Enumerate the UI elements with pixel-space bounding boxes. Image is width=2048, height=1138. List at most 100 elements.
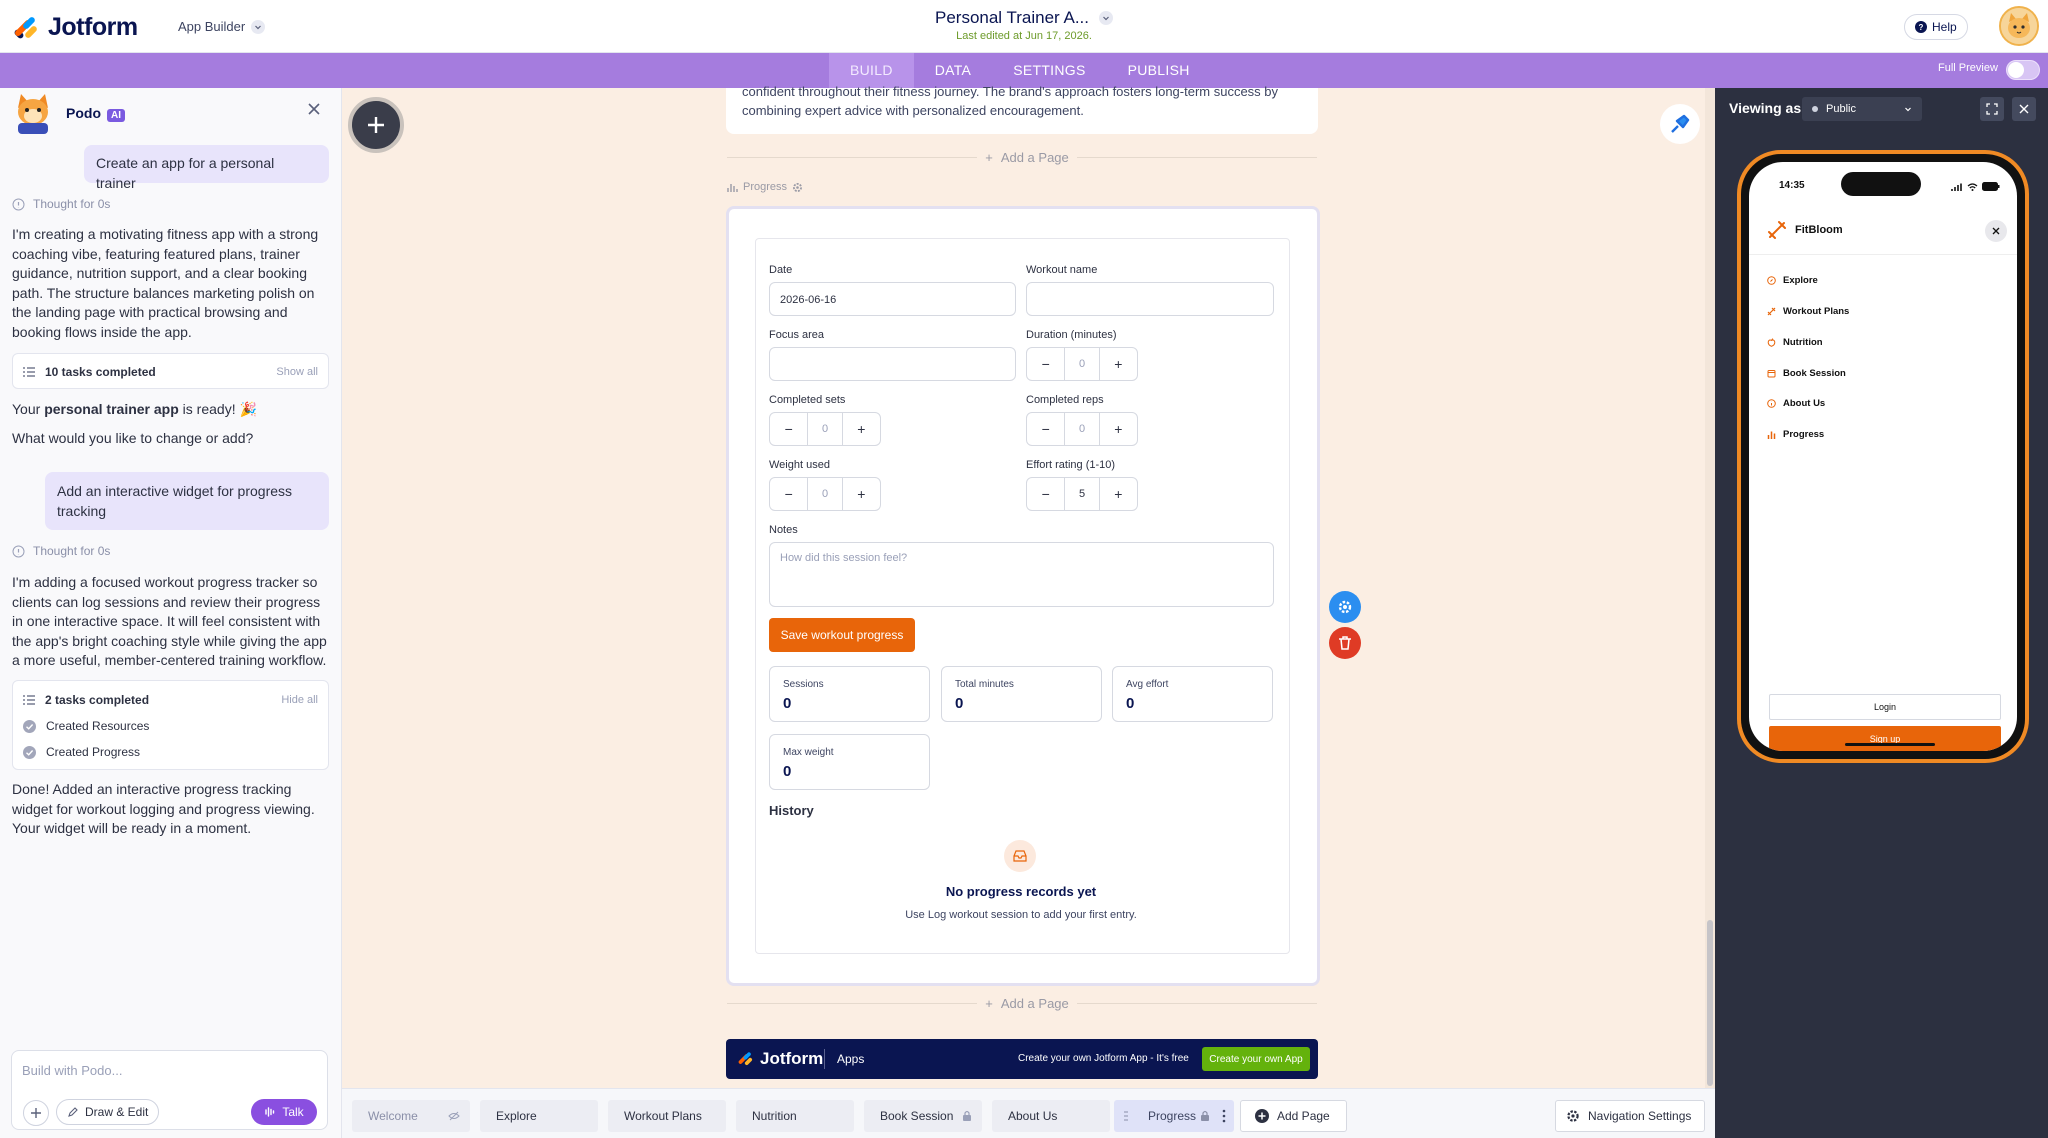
full-preview-toggle[interactable] xyxy=(2006,60,2040,80)
thought-text: Thought for 0s xyxy=(33,197,111,211)
more-vertical-icon[interactable] xyxy=(1222,1109,1226,1123)
sets-value[interactable]: 0 xyxy=(807,413,843,445)
stat-value: 0 xyxy=(783,763,792,780)
bar-chart-icon xyxy=(727,184,738,192)
decrement-button[interactable]: − xyxy=(1027,478,1064,510)
page-tab-welcome[interactable]: Welcome xyxy=(352,1100,470,1132)
decrement-button[interactable]: − xyxy=(770,478,807,510)
phone-menu-item-workout-plans[interactable]: Workout Plans xyxy=(1767,306,1849,317)
notes-textarea[interactable]: How did this session feel? xyxy=(769,542,1274,607)
page-tab-explore[interactable]: Explore xyxy=(480,1100,598,1132)
phone-menu-item-explore[interactable]: Explore xyxy=(1767,275,1818,286)
close-preview-button[interactable] xyxy=(2012,97,2036,121)
save-progress-button[interactable]: Save workout progress xyxy=(769,618,915,652)
page-tab-workout-plans[interactable]: Workout Plans xyxy=(608,1100,726,1132)
page-tab-label: About Us xyxy=(1008,1109,1058,1123)
ready-suffix: is ready! 🎉 xyxy=(178,401,257,417)
chat-input-placeholder[interactable]: Build with Podo... xyxy=(22,1063,122,1078)
inbox-icon xyxy=(1004,840,1036,872)
add-page-divider[interactable]: + Add a Page xyxy=(726,996,1318,1011)
pencil-icon xyxy=(68,1107,78,1117)
dynamic-island xyxy=(1841,172,1921,196)
decrement-button[interactable]: − xyxy=(1027,348,1064,380)
reps-stepper: − 0 + xyxy=(1026,412,1138,446)
phone-menu-label: Book Session xyxy=(1783,368,1846,379)
gear-icon[interactable] xyxy=(792,182,803,193)
widget-settings-button[interactable] xyxy=(1329,591,1361,623)
navigation-settings-button[interactable]: Navigation Settings xyxy=(1555,1100,1705,1132)
jotform-logo[interactable]: Jotform xyxy=(14,13,138,42)
phone-menu-item-book-session[interactable]: Book Session xyxy=(1767,368,1846,379)
reps-value[interactable]: 0 xyxy=(1064,413,1100,445)
divider-line xyxy=(727,157,978,158)
phone-menu-item-about-us[interactable]: About Us xyxy=(1767,398,1825,409)
stat-card-total-minutes: Total minutes 0 xyxy=(941,666,1102,722)
app-title[interactable]: Personal Trainer A... xyxy=(934,8,1114,28)
page-tab-book-session[interactable]: Book Session xyxy=(864,1100,982,1132)
app-builder-page: { "header": { "brand": "Jotform", "app_b… xyxy=(0,0,2048,1138)
decrement-button[interactable]: − xyxy=(1027,413,1064,445)
ready-prefix: Your xyxy=(12,401,45,417)
phone-login-button[interactable]: Login xyxy=(1769,694,2001,720)
chevron-down-icon[interactable] xyxy=(1099,11,1114,25)
add-page-divider[interactable]: + Add a Page xyxy=(726,150,1318,165)
phone-menu-item-progress[interactable]: Progress xyxy=(1767,429,1824,440)
page-label[interactable]: Progress xyxy=(727,181,803,193)
focus-area-input[interactable] xyxy=(769,347,1016,381)
add-page-label: Add a Page xyxy=(1000,996,1069,1011)
close-chat-button[interactable] xyxy=(307,102,321,116)
increment-button[interactable]: + xyxy=(1100,348,1137,380)
app-builder-switcher[interactable]: App Builder xyxy=(178,19,266,34)
sets-stepper: − 0 + xyxy=(769,412,881,446)
increment-button[interactable]: + xyxy=(843,413,880,445)
attach-button[interactable] xyxy=(23,1100,49,1126)
phone-preview: 14:35 FitBloom Explore Workout Plans Nut… xyxy=(1737,150,2029,763)
page-tab-label: Explore xyxy=(496,1109,537,1123)
audience-select[interactable]: Public xyxy=(1802,97,1922,121)
expand-preview-button[interactable] xyxy=(1980,97,2004,121)
scrollbar-thumb[interactable] xyxy=(1707,920,1713,1086)
draw-edit-label: Draw & Edit xyxy=(85,1105,149,1119)
app-title-text: Personal Trainer A... xyxy=(934,8,1090,27)
page-tab-about-us[interactable]: About Us xyxy=(992,1100,1110,1132)
workout-name-input[interactable] xyxy=(1026,282,1274,316)
delete-widget-button[interactable] xyxy=(1329,627,1361,659)
increment-button[interactable]: + xyxy=(1100,413,1137,445)
show-all-link[interactable]: Show all xyxy=(276,366,318,378)
drag-handle-icon[interactable] xyxy=(1122,1110,1130,1122)
tasks-summary-row: 2 tasks completed xyxy=(23,693,149,707)
hide-all-link[interactable]: Hide all xyxy=(281,694,318,706)
wifi-icon xyxy=(1967,182,1978,191)
phone-signup-button[interactable]: Sign up xyxy=(1769,726,2001,751)
create-app-button[interactable]: Create your own App xyxy=(1202,1047,1310,1071)
banner-logo[interactable]: Jotform xyxy=(738,1049,823,1069)
increment-button[interactable]: + xyxy=(1100,478,1137,510)
thought-indicator[interactable]: Thought for 0s xyxy=(12,544,110,558)
phone-menu-close-button[interactable] xyxy=(1985,220,2007,242)
add-element-button[interactable] xyxy=(348,97,404,153)
duration-label: Duration (minutes) xyxy=(1026,329,1117,341)
increment-button[interactable]: + xyxy=(843,478,880,510)
page-tab-nutrition[interactable]: Nutrition xyxy=(736,1100,854,1132)
podo-mascot-icon xyxy=(18,94,48,134)
date-input[interactable]: 2026-06-16 xyxy=(769,282,1016,316)
add-page-button[interactable]: Add Page xyxy=(1240,1100,1347,1132)
jotform-logo-icon xyxy=(14,16,37,38)
page-tab-progress[interactable]: Progress xyxy=(1114,1100,1234,1132)
thought-indicator[interactable]: Thought for 0s xyxy=(12,197,110,211)
effort-value[interactable]: 5 xyxy=(1064,478,1100,510)
plus-icon: + xyxy=(985,996,993,1011)
user-avatar[interactable] xyxy=(1999,6,2039,46)
duration-value[interactable]: 0 xyxy=(1064,348,1100,380)
phone-menu-item-nutrition[interactable]: Nutrition xyxy=(1767,337,1823,348)
weight-value[interactable]: 0 xyxy=(807,478,843,510)
decrement-button[interactable]: − xyxy=(770,413,807,445)
talk-button[interactable]: Talk xyxy=(251,1099,317,1125)
page-tab-label: Nutrition xyxy=(752,1109,797,1123)
page-tab-label: Progress xyxy=(1148,1109,1197,1123)
assistant-message: Done! Added an interactive progress trac… xyxy=(12,781,315,837)
draw-edit-button[interactable]: Draw & Edit xyxy=(56,1099,160,1125)
apple-icon xyxy=(1767,338,1776,347)
design-brush-button[interactable] xyxy=(1660,104,1700,144)
help-button[interactable]: ? Help xyxy=(1904,14,1968,40)
